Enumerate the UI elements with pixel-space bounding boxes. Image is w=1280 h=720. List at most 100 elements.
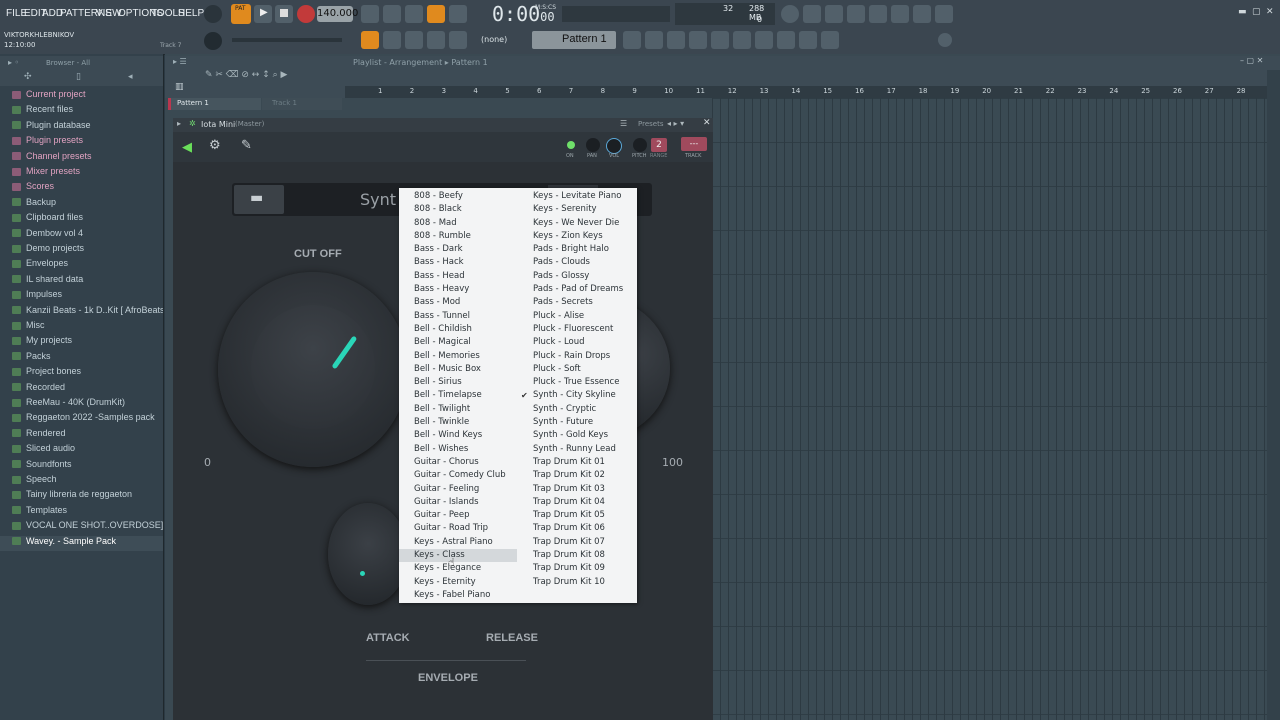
preset-item[interactable]: Trap Drum Kit 06 bbox=[518, 522, 636, 535]
preset-item[interactable]: Pads - Secrets bbox=[518, 296, 636, 309]
browser-item[interactable]: Kanzii Beats - 1k D..Kit [ AfroBeats ] bbox=[0, 305, 163, 320]
preset-item[interactable]: Bell - Twilight bbox=[399, 403, 517, 416]
browser-item[interactable]: Templates bbox=[0, 505, 163, 520]
browser-item[interactable]: Tainy libreria de reggaeton bbox=[0, 489, 163, 504]
range-box[interactable]: 2 bbox=[651, 138, 667, 152]
preset-item[interactable]: Bass - Head bbox=[399, 270, 517, 283]
preset-item[interactable]: Synth - Runny Lead bbox=[518, 443, 636, 456]
save-icon[interactable] bbox=[869, 5, 887, 23]
browser-item[interactable]: Wavey. - Sample Pack bbox=[0, 535, 163, 551]
preset-item[interactable]: Keys - Fabel Piano bbox=[399, 589, 517, 602]
preset-item[interactable]: Bell - Twinkle bbox=[399, 416, 517, 429]
preset-item[interactable]: Trap Drum Kit 02 bbox=[518, 469, 636, 482]
browser-item[interactable]: IL shared data bbox=[0, 274, 163, 289]
channel-rack-icon[interactable] bbox=[667, 31, 685, 49]
microphone-icon[interactable] bbox=[825, 5, 843, 23]
attack-knob[interactable] bbox=[328, 503, 408, 605]
playlist-grid[interactable] bbox=[712, 98, 1267, 720]
preset-item[interactable]: Pluck - Fluorescent bbox=[518, 323, 636, 336]
browser-item[interactable]: Reggaeton 2022 -Samples pack bbox=[0, 412, 163, 427]
browser-item[interactable]: VOCAL ONE SHOT..OVERDOSE] 2023 bbox=[0, 520, 163, 535]
chat-icon[interactable] bbox=[913, 5, 931, 23]
pitch-knob[interactable] bbox=[633, 138, 647, 152]
browser-item[interactable]: Misc bbox=[0, 320, 163, 335]
preset-item[interactable]: 808 - Beefy bbox=[399, 190, 517, 203]
link-icon[interactable] bbox=[427, 31, 445, 49]
preset-item[interactable]: Trap Drum Kit 05 bbox=[518, 509, 636, 522]
pattern-selector[interactable]: (none) bbox=[481, 33, 521, 47]
browser-item[interactable]: Soundfonts bbox=[0, 459, 163, 474]
preset-item[interactable]: Guitar - Road Trip bbox=[399, 522, 517, 535]
panic-icon[interactable] bbox=[781, 5, 799, 23]
collapse-icon[interactable]: ✣ bbox=[24, 72, 32, 82]
preset-item[interactable]: Pads - Bright Halo bbox=[518, 243, 636, 256]
preset-item[interactable]: Synth - Gold Keys bbox=[518, 429, 636, 442]
wait-record-icon[interactable] bbox=[383, 5, 401, 23]
presets-menu-icon[interactable]: ☰ bbox=[620, 119, 627, 128]
browser-item[interactable]: Impulses bbox=[0, 289, 163, 304]
preset-item[interactable]: Bass - Mod bbox=[399, 296, 517, 309]
preset-item[interactable]: Bass - Hack bbox=[399, 256, 517, 269]
playlist-window-controls[interactable]: – ▢ ✕ bbox=[1240, 56, 1263, 65]
preset-item[interactable]: Trap Drum Kit 04 bbox=[518, 496, 636, 509]
browser-item[interactable]: Sliced audio bbox=[0, 443, 163, 458]
preset-item[interactable]: Trap Drum Kit 10 bbox=[518, 576, 636, 589]
plugin-picker-icon[interactable] bbox=[891, 5, 909, 23]
browser-item[interactable]: Scores bbox=[0, 181, 163, 196]
maximize-icon[interactable]: ▢ bbox=[1252, 7, 1261, 17]
browser-icon[interactable] bbox=[711, 31, 729, 49]
browser-item[interactable]: Backup bbox=[0, 197, 163, 212]
cut-icon[interactable] bbox=[803, 5, 821, 23]
browser-item[interactable]: Rendered bbox=[0, 428, 163, 443]
minimize-icon[interactable]: ▬ bbox=[1238, 7, 1247, 17]
preset-item[interactable]: Pads - Pad of Dreams bbox=[518, 283, 636, 296]
globe-icon[interactable] bbox=[938, 33, 952, 47]
stop-button[interactable] bbox=[275, 5, 293, 23]
pan-knob[interactable] bbox=[586, 138, 600, 152]
browser-item[interactable]: Recorded bbox=[0, 382, 163, 397]
folder-button[interactable]: ▬ bbox=[234, 185, 284, 214]
preset-item[interactable]: Bell - Wishes bbox=[399, 443, 517, 456]
preset-item[interactable]: Keys - We Never Die bbox=[518, 217, 636, 230]
stamp-icon[interactable] bbox=[449, 31, 467, 49]
browser-item[interactable]: Envelopes bbox=[0, 258, 163, 273]
speaker-icon[interactable]: ◂ bbox=[128, 72, 133, 82]
pattern-song-toggle[interactable]: PAT bbox=[231, 4, 251, 24]
clipboard-icon[interactable] bbox=[821, 31, 839, 49]
typing-keyboard-icon[interactable] bbox=[405, 31, 423, 49]
file-icon[interactable]: ▯ bbox=[76, 72, 81, 82]
preset-item[interactable]: Bell - Childish bbox=[399, 323, 517, 336]
preset-item[interactable]: Trap Drum Kit 03 bbox=[518, 483, 636, 496]
browser-item[interactable]: Packs bbox=[0, 351, 163, 366]
preset-item[interactable]: Keys - Serenity bbox=[518, 203, 636, 216]
preset-item[interactable]: Bass - Heavy bbox=[399, 283, 517, 296]
preset-prev-next-icon[interactable]: ◂ ▸ ▾ bbox=[667, 119, 684, 128]
wrench-icon[interactable]: ✎ bbox=[241, 138, 252, 153]
preset-item[interactable]: Guitar - Comedy Club bbox=[399, 469, 517, 482]
master-pitch-slider[interactable] bbox=[232, 38, 342, 42]
plugin-title-bar[interactable]: ▸ ✲ Iota Mini (Master) ☰ Presets ◂ ▸ ▾ ✕ bbox=[173, 118, 713, 132]
preset-item[interactable]: Bell - Sirius bbox=[399, 376, 517, 389]
timeline-ruler[interactable] bbox=[345, 86, 1280, 98]
browser-item[interactable]: Mixer presets bbox=[0, 166, 163, 181]
preset-item[interactable]: Bell - Timelapse bbox=[399, 389, 517, 402]
preset-item[interactable]: Guitar - Feeling bbox=[399, 483, 517, 496]
preset-item[interactable]: Keys - Levitate Piano bbox=[518, 190, 636, 203]
preset-item[interactable]: Guitar - Islands bbox=[399, 496, 517, 509]
preset-item[interactable]: Keys - Zion Keys bbox=[518, 230, 636, 243]
preset-item[interactable]: ✔ Synth - City Skyline bbox=[518, 389, 636, 402]
browser-item[interactable]: Channel presets bbox=[0, 151, 163, 166]
project-info-icon[interactable] bbox=[733, 31, 751, 49]
preset-item[interactable]: Synth - Cryptic bbox=[518, 403, 636, 416]
recording-knob-icon[interactable] bbox=[204, 5, 222, 23]
preset-item[interactable]: 808 - Mad bbox=[399, 217, 517, 230]
browser-item[interactable]: Plugin presets bbox=[0, 135, 163, 150]
close-icon[interactable]: ✕ bbox=[1266, 7, 1274, 17]
browser-item[interactable]: Clipboard files bbox=[0, 212, 163, 227]
vol-knob[interactable] bbox=[606, 138, 622, 154]
preset-item[interactable]: Pluck - Alise bbox=[518, 310, 636, 323]
presets-label[interactable]: Presets bbox=[638, 120, 663, 128]
record-button[interactable] bbox=[297, 5, 315, 23]
plugin-close-icon[interactable]: ✕ bbox=[703, 118, 711, 128]
track-pattern-1[interactable]: Pattern 1 bbox=[168, 98, 261, 110]
